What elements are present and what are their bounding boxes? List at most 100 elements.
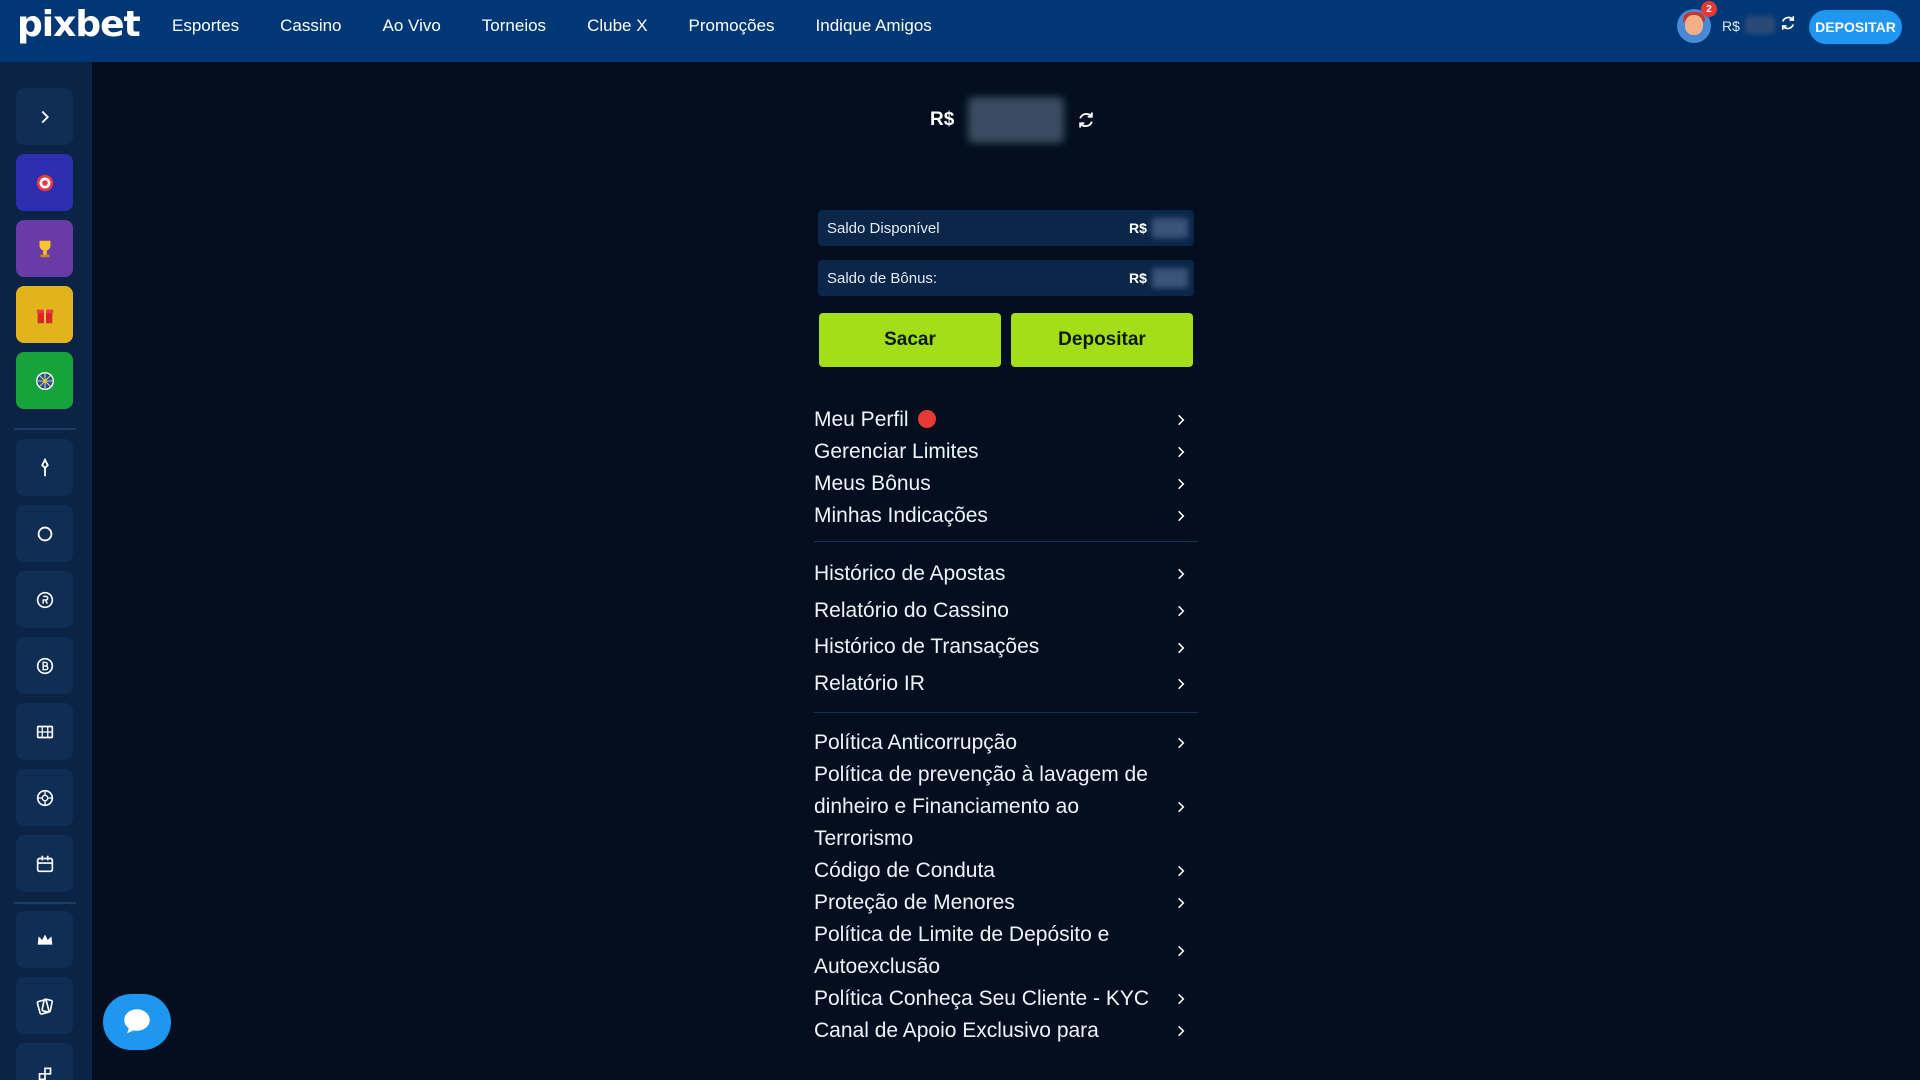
sidebar-divider: [14, 428, 76, 430]
sidebar-live-button[interactable]: [16, 505, 73, 562]
menu-item-limite-deposito[interactable]: Política de Limite de Depósito e Autoexc…: [814, 919, 1196, 983]
bonus-balance-hidden: [1152, 268, 1188, 288]
chevron-right-icon: [1178, 510, 1185, 522]
nav-ao-vivo[interactable]: Ao Vivo: [383, 16, 441, 36]
chevron-right-icon: [41, 110, 49, 123]
sidebar-roulette-button[interactable]: [16, 352, 73, 409]
sidebar-bingo-button[interactable]: [16, 703, 73, 760]
deposit-button[interactable]: Depositar: [1011, 313, 1193, 367]
nav-clube-x[interactable]: Clube X: [587, 16, 647, 36]
available-balance-label: Saldo Disponível: [827, 219, 940, 237]
left-sidebar: [0, 62, 92, 1080]
menu-item-label: Gerenciar Limites: [814, 440, 979, 463]
header-deposit-button[interactable]: DEPOSITAR: [1809, 10, 1902, 44]
chevron-right-icon: [1178, 679, 1185, 690]
sidebar-more-button[interactable]: [16, 1043, 73, 1080]
circle-icon: [37, 526, 52, 541]
menu-item-politica-kyc[interactable]: Política Conheça Seu Cliente - KYC: [814, 983, 1196, 1015]
menu-item-label: Meus Bônus: [814, 472, 931, 495]
sidebar-vip-button[interactable]: [16, 911, 73, 968]
sidebar-calendar-button[interactable]: [16, 835, 73, 892]
nav-esportes[interactable]: Esportes: [172, 16, 239, 36]
nav-torneios[interactable]: Torneios: [482, 16, 546, 36]
sidebar-expand-button[interactable]: [16, 88, 73, 145]
menu-item-politica-anticorrupcao[interactable]: Política Anticorrupção: [814, 727, 1196, 759]
sidebar-promotions-button[interactable]: [16, 286, 73, 343]
menu-item-label: Histórico de Transações: [814, 635, 1040, 659]
trophy-icon: [39, 240, 50, 257]
bonus-balance-label: Saldo de Bônus:: [827, 269, 938, 287]
header-balance-hidden: [1745, 16, 1775, 34]
menu-divider: [814, 541, 1198, 542]
chevron-right-icon: [1178, 1025, 1185, 1037]
menu-item-meus-bonus[interactable]: Meus Bônus: [814, 468, 1196, 500]
menu-item-meu-perfil[interactable]: Meu Perfil: [814, 404, 1196, 436]
gift-icon: [36, 309, 53, 323]
sidebar-missions-button[interactable]: [16, 154, 73, 211]
available-balance-row: Saldo Disponível R$: [818, 210, 1194, 246]
refresh-balance-icon[interactable]: [1779, 14, 1797, 32]
sidebar-sports-button[interactable]: [16, 439, 73, 496]
sidebar-tournaments-button[interactable]: [16, 220, 73, 277]
menu-item-label: Código de Conduta: [814, 858, 995, 882]
roulette-icon: [35, 371, 54, 390]
main-nav: Esportes Cassino Ao Vivo Torneios Clube …: [156, 0, 957, 52]
alert-dot: [917, 410, 936, 428]
menu-item-canal-apoio[interactable]: Canal de Apoio Exclusivo para: [814, 1015, 1196, 1047]
target-icon: [36, 174, 53, 191]
sidebar-divider: [14, 902, 76, 904]
withdraw-button[interactable]: Sacar: [819, 313, 1001, 367]
refresh-icon[interactable]: [1076, 110, 1096, 130]
pixbet-logo[interactable]: pixbet: [17, 4, 141, 45]
menu-item-minhas-indicacoes[interactable]: Minhas Indicações: [814, 500, 1196, 532]
menu-item-label: Meu Perfil: [814, 408, 909, 431]
chevron-right-icon: [1178, 414, 1185, 426]
menu-item-relatorio-cassino[interactable]: Relatório do Cassino: [814, 593, 1196, 630]
bingo-icon: [36, 725, 53, 738]
chevron-right-icon: [1178, 737, 1185, 749]
balance-currency: R$: [930, 109, 955, 130]
chevron-right-icon: [1178, 446, 1185, 458]
cards-icon: [36, 997, 53, 1015]
nav-indique-amigos[interactable]: Indique Amigos: [816, 16, 932, 36]
chevron-right-icon: [1178, 897, 1185, 909]
sidebar-cards-button[interactable]: [16, 977, 73, 1034]
menu-item-label: Política Conheça Seu Cliente - KYC: [814, 986, 1150, 1010]
header-currency: R$: [1722, 18, 1740, 34]
menu-item-historico-apostas[interactable]: Histórico de Apostas: [814, 556, 1196, 593]
balance-value-hidden[interactable]: [968, 97, 1065, 143]
sidebar-b-button[interactable]: [16, 637, 73, 694]
chevron-right-icon: [1178, 865, 1185, 877]
chevron-right-icon: [1178, 605, 1185, 617]
chevron-right-icon: [1178, 945, 1185, 957]
sidebar-wheel-button[interactable]: [16, 769, 73, 826]
notification-badge: 2: [1701, 1, 1717, 17]
chat-support-button[interactable]: [103, 994, 171, 1050]
menu-item-politica-lavagem-dinheiro[interactable]: Política de prevenção à lavagem de dinhe…: [814, 759, 1196, 855]
top-bar: pixbet Esportes Cassino Ao Vivo Torneios…: [0, 0, 1920, 62]
crown-icon: [37, 934, 52, 945]
menu-item-label: Histórico de Apostas: [814, 562, 1006, 585]
menu-item-gerenciar-limites[interactable]: Gerenciar Limites: [814, 436, 1196, 468]
menu-item-label: Política Anticorrupção: [814, 730, 1018, 754]
pin-icon: [40, 457, 49, 476]
menu-item-label: Canal de Apoio Exclusivo para: [814, 1018, 1099, 1042]
wheel-icon: [36, 789, 53, 806]
menu-item-relatorio-ir[interactable]: Relatório IR: [814, 666, 1196, 703]
account-menu: Meu Perfil Gerenciar Limites Meus Bônus …: [814, 404, 1198, 1047]
chevron-right-icon: [1178, 478, 1185, 490]
nav-promocoes[interactable]: Promoções: [689, 16, 775, 36]
menu-item-label: Minhas Indicações: [814, 504, 988, 527]
sidebar-r-button[interactable]: [16, 571, 73, 628]
calendar-icon: [36, 855, 53, 872]
user-avatar[interactable]: 2: [1677, 1, 1717, 43]
chevron-right-icon: [1178, 642, 1185, 653]
nav-cassino[interactable]: Cassino: [280, 16, 341, 36]
menu-item-protecao-menores[interactable]: Proteção de Menores: [814, 887, 1196, 919]
r-coin-icon: [36, 591, 53, 608]
menu-item-historico-transacoes[interactable]: Histórico de Transações: [814, 629, 1196, 666]
chevron-right-icon: [1178, 993, 1185, 1005]
menu-item-label: Proteção de Menores: [814, 890, 1015, 914]
menu-item-codigo-conduta[interactable]: Código de Conduta: [814, 855, 1196, 887]
chat-icon: [124, 1009, 150, 1034]
